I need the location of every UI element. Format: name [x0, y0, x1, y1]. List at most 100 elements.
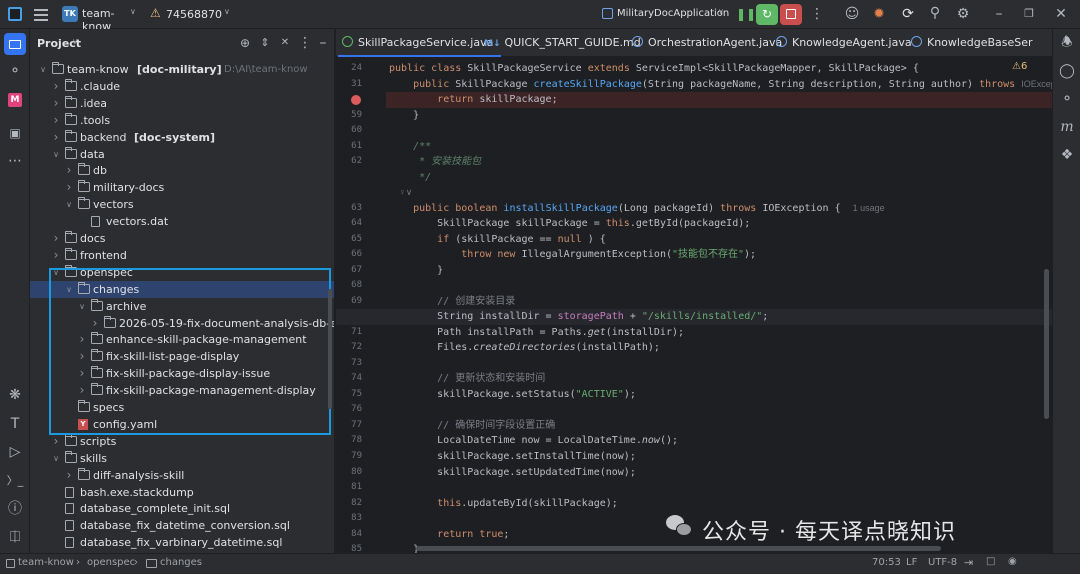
tree-item[interactable]: database_fix_datetime_conversion.sql [30, 517, 334, 534]
tree-item[interactable]: database_complete_init.sql [30, 500, 334, 517]
chevron-down-icon[interactable]: ∨ [51, 146, 61, 163]
tree-item[interactable]: ∨ openspec [30, 264, 334, 281]
encoding[interactable]: UTF-8 [928, 557, 957, 568]
memory-icon[interactable]: ◉ [1008, 556, 1017, 567]
chevron-right-icon[interactable]: › [51, 247, 61, 264]
chevron-down-icon[interactable]: ∨ [51, 264, 61, 281]
locate-icon[interactable]: ⊕ [236, 35, 254, 53]
run-config-selector[interactable]: MilitaryDocApplication ∨ [602, 6, 729, 24]
minimize-icon[interactable]: – [990, 6, 1008, 24]
editor-hscrollbar[interactable] [416, 546, 941, 551]
chevron-right-icon[interactable]: › [64, 162, 74, 179]
chevron-down-icon[interactable]: ∨ [72, 37, 78, 46]
chevron-right-icon[interactable]: › [51, 129, 61, 146]
editor-tab[interactable]: OrchestrationAgent.java [632, 29, 782, 57]
project-tool-button[interactable] [4, 33, 26, 55]
tree-item[interactable]: › .tools [30, 112, 334, 129]
tree-item[interactable]: › .claude [30, 78, 334, 95]
rerun-button[interactable]: ↻ [756, 4, 778, 25]
tree-item[interactable]: specs [30, 399, 334, 416]
line-ending[interactable]: LF [906, 557, 917, 568]
breadcrumb-item[interactable]: team-know [18, 557, 74, 568]
more-tools-icon[interactable]: ⋯ [6, 153, 24, 171]
expand-collapse-icon[interactable]: ⇕ [256, 35, 274, 53]
tree-item[interactable]: › frontend [30, 247, 334, 264]
terminal-icon[interactable]: 〉_ [6, 473, 24, 491]
tree-item[interactable]: › diff-analysis-skill [30, 467, 334, 484]
tree-item[interactable]: › backend [doc-system] [30, 129, 334, 146]
restore-icon[interactable]: ❐ [1020, 6, 1038, 24]
commit-icon[interactable]: ⚬ [6, 63, 24, 81]
options-icon[interactable]: ⋮ [296, 35, 314, 53]
chevron-right-icon[interactable]: › [51, 78, 61, 95]
tree-item[interactable]: › fix-skill-package-display-issue [30, 365, 334, 382]
ai-assistant-icon[interactable]: ✹ [870, 6, 888, 24]
tree-item[interactable]: › .idea [30, 95, 334, 112]
tree-item[interactable]: ∨ data [30, 146, 334, 163]
notifications-icon[interactable]: 🕭 [1058, 35, 1076, 53]
chevron-right-icon[interactable]: › [77, 348, 87, 365]
close-icon[interactable]: ✕ [1052, 6, 1070, 24]
chevron-right-icon[interactable]: › [51, 112, 61, 129]
collapse-all-icon[interactable]: ✕ [276, 35, 294, 53]
chevron-down-icon[interactable]: ∨ [77, 298, 87, 315]
hide-panel-icon[interactable]: – [314, 35, 332, 53]
editor-tab[interactable]: M↓ QUICK_START_GUIDE.md [484, 29, 641, 57]
problems-icon[interactable]: ⓘ [6, 501, 24, 519]
tree-item[interactable]: ∨ vectors [30, 196, 334, 213]
vcs-widget[interactable]: ⚠ 74568870 ∨ [150, 6, 230, 24]
sync-icon[interactable]: ⟳ [899, 6, 917, 24]
tree-item[interactable]: › 2026-05-19-fix-document-analysis-db-err… [30, 315, 334, 332]
project-widget[interactable]: TK team-know ∨ [62, 6, 138, 33]
tree-item[interactable]: ∨ archive [30, 298, 334, 315]
cursor-position[interactable]: 70:53 [872, 557, 901, 568]
breadcrumb-item[interactable]: openspec [87, 557, 135, 568]
structure-icon[interactable]: ▣ [6, 125, 24, 143]
editor-tab[interactable]: KnowledgeAgent.java [776, 29, 912, 57]
tree-item[interactable]: › docs [30, 230, 334, 247]
chevron-right-icon[interactable]: › [51, 230, 61, 247]
tree-item[interactable]: ∨ changes [30, 280, 334, 298]
tree-item[interactable]: › fix-skill-package-management-display [30, 382, 334, 399]
chevron-down-icon[interactable]: ∨ [64, 281, 74, 298]
chevron-right-icon[interactable]: › [51, 95, 61, 112]
markdown-plugin-icon[interactable]: M [8, 93, 22, 107]
build-tool-icon[interactable]: T [6, 416, 24, 434]
indent-icon[interactable]: ⇥ [964, 556, 973, 569]
ai-chat-icon[interactable]: ◯ [1058, 63, 1076, 81]
chevron-right-icon[interactable]: › [77, 331, 87, 348]
chevron-down-icon[interactable]: ∨ [64, 196, 74, 213]
tree-item[interactable]: ∨ team-know [doc-military] D:\AI\team-know [30, 61, 334, 78]
chevron-right-icon[interactable]: › [64, 467, 74, 484]
chevron-down-icon[interactable]: ∨ [51, 450, 61, 467]
breadcrumb-item[interactable]: changes [160, 557, 202, 568]
more-actions-icon[interactable]: ⋮ [808, 6, 826, 24]
search-icon[interactable]: ⚲ [926, 5, 944, 23]
tree-item[interactable]: › fix-skill-list-page-display [30, 348, 334, 365]
debug-icon[interactable]: ❋ [6, 387, 24, 405]
code-area[interactable]: public class SkillPackageService extends… [336, 57, 1052, 553]
main-menu-icon[interactable] [34, 7, 48, 21]
tree-item[interactable]: ∨ skills [30, 450, 334, 467]
copilot-icon[interactable]: ⚬ [1058, 91, 1076, 109]
tree-item[interactable]: › db [30, 162, 334, 179]
tree-item[interactable]: › enhance-skill-package-management [30, 331, 334, 348]
tree-item[interactable]: bash.exe.stackdump [30, 484, 334, 501]
chevron-right-icon[interactable]: › [64, 179, 74, 196]
chevron-right-icon[interactable]: › [51, 433, 61, 450]
tree-item[interactable]: Yconfig.yaml [30, 416, 334, 433]
maven-icon[interactable]: m [1058, 119, 1076, 137]
tree-item[interactable]: › scripts [30, 433, 334, 450]
editor-tab[interactable]: SkillPackageService.java [338, 29, 502, 57]
lock-icon[interactable]: □ [986, 556, 995, 567]
chevron-right-icon[interactable]: › [77, 365, 87, 382]
stop-button[interactable] [780, 4, 802, 25]
editor-tab[interactable]: KnowledgeBaseSer [911, 29, 1033, 57]
build-icon[interactable]: ❚❚ [736, 7, 756, 21]
chevron-down-icon[interactable]: ∨ [38, 61, 48, 78]
editor-vscrollbar[interactable] [1044, 269, 1049, 419]
git-icon[interactable]: ⎅ [6, 529, 24, 547]
database-icon[interactable]: ❖ [1058, 147, 1076, 165]
services-icon[interactable]: ▷ [6, 444, 24, 462]
gear-icon[interactable]: ⚙ [954, 6, 972, 24]
